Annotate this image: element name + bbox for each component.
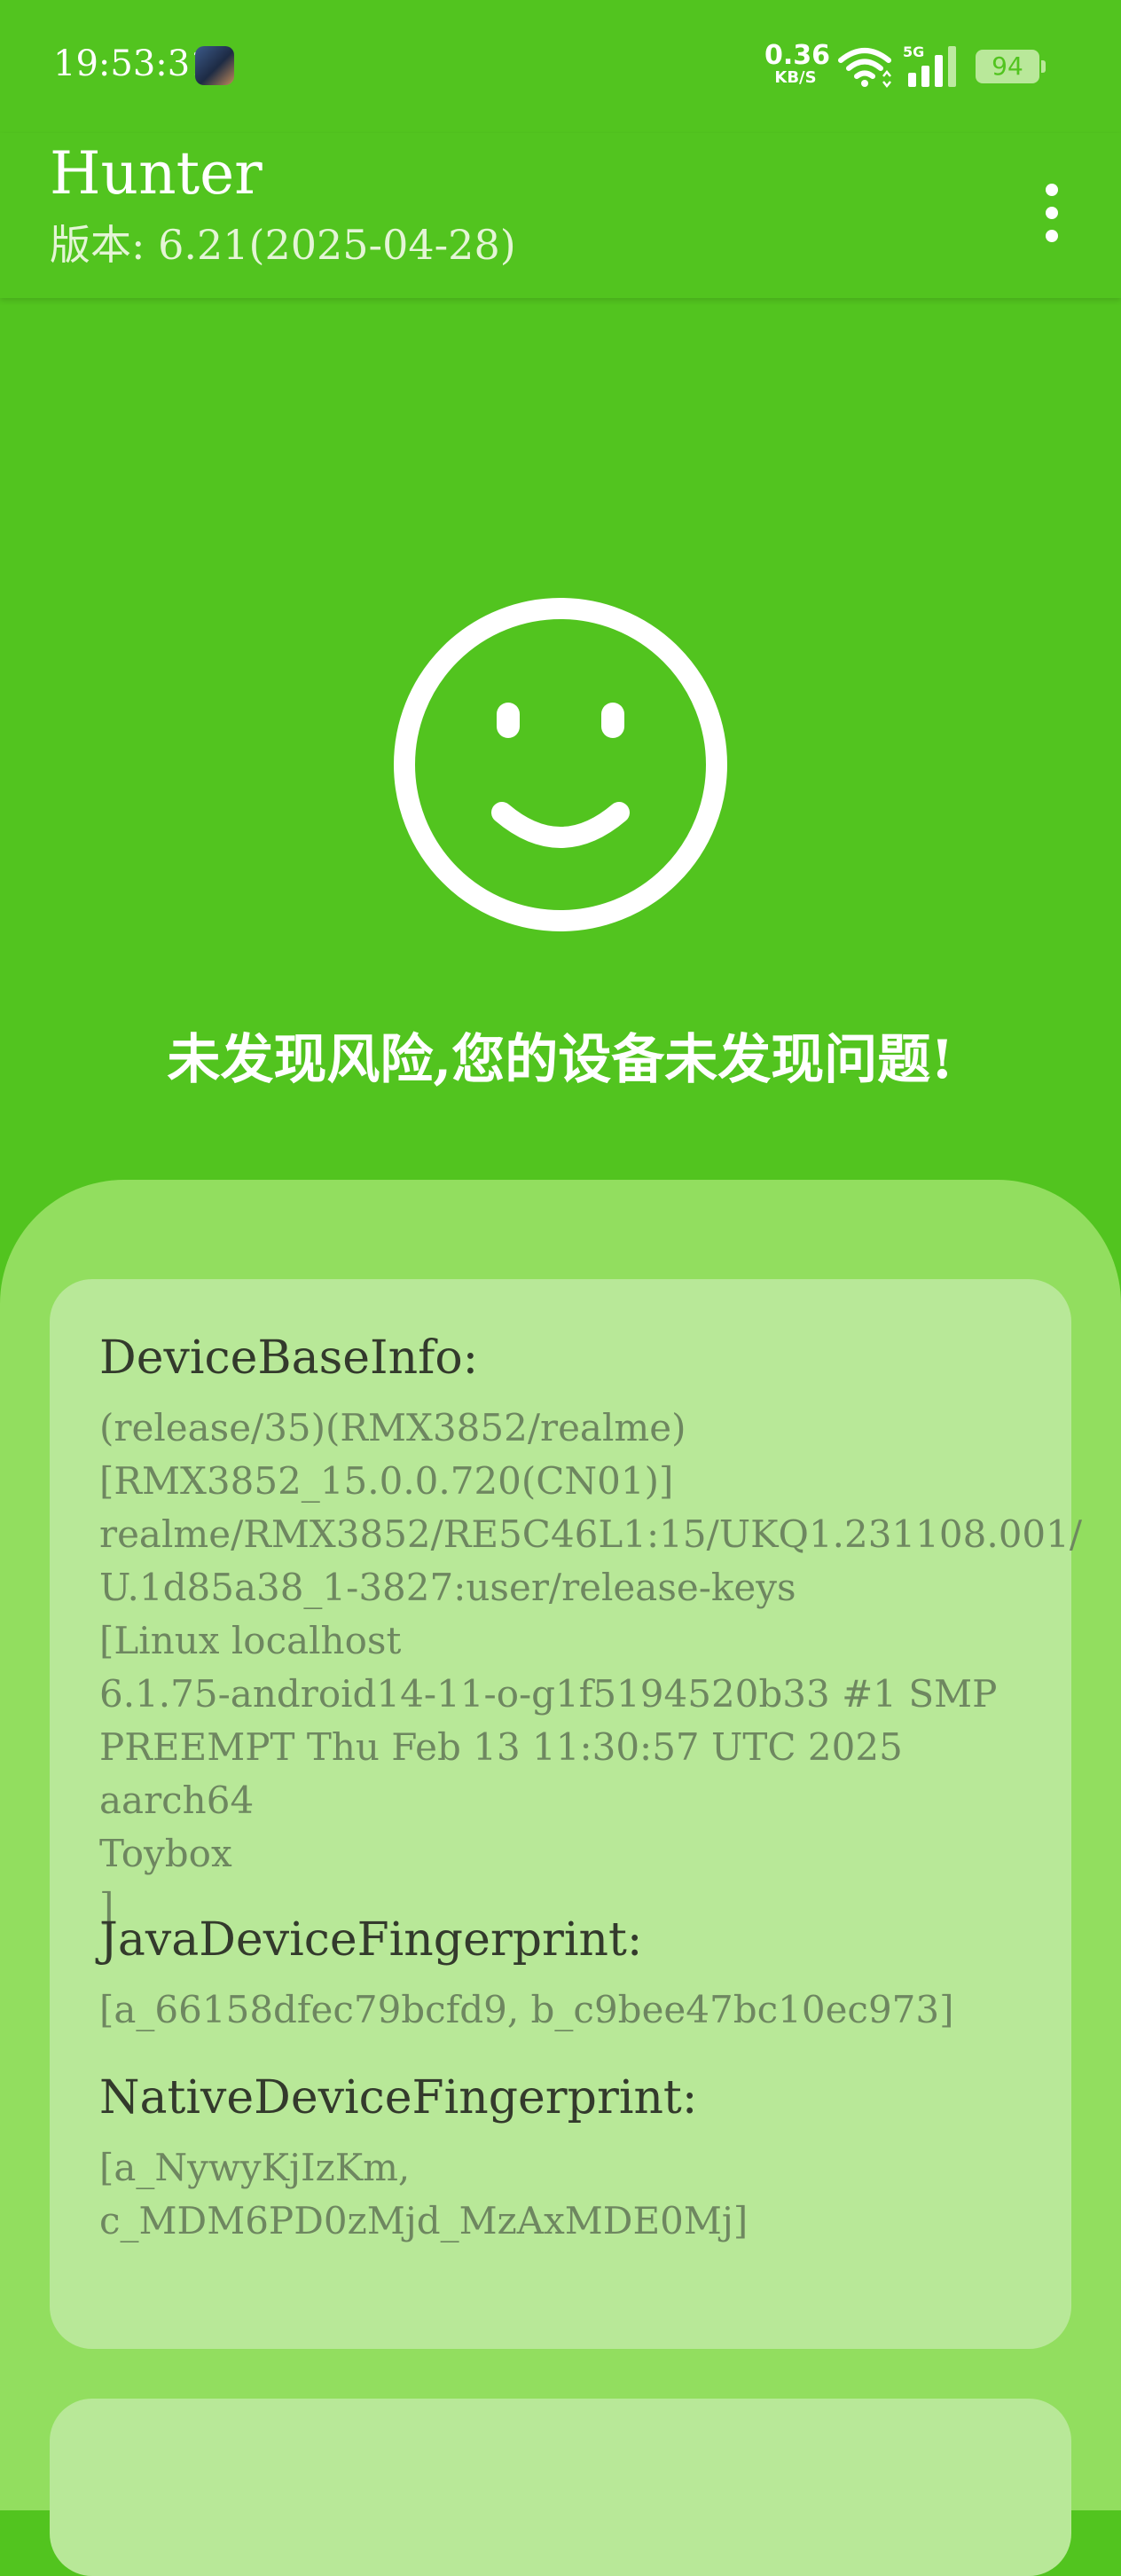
java-fingerprint-title: JavaDeviceFingerprint: [99, 1913, 643, 1967]
app-title: Hunter [50, 139, 263, 208]
wifi-icon [838, 48, 891, 89]
more-options-icon[interactable] [1027, 177, 1077, 248]
network-speed: 0.36 KB/S [764, 40, 831, 87]
network-speed-unit: KB/S [774, 68, 817, 87]
smiley-icon [394, 598, 727, 931]
cellular-signal-icon: 5G [903, 44, 956, 87]
device-base-info-body: (release/35)(RMX3852/realme) [RMX3852_15… [99, 1406, 1083, 1928]
network-speed-value: 0.36 [764, 40, 831, 71]
battery-icon: 94 [976, 50, 1046, 83]
native-fingerprint-title: NativeDeviceFingerprint: [99, 2071, 698, 2124]
battery-level: 94 [992, 51, 1023, 81]
app-bar: Hunter 版本: 6.21(2025-04-28) [0, 133, 1121, 298]
notification-avatar-icon [195, 46, 234, 85]
java-fingerprint-body: [a_66158dfec79bcfd9, b_c9bee47bc10ec973] [99, 1988, 954, 2031]
risk-status-message: 未发现风险,您的设备未发现问题! [167, 1029, 954, 1091]
network-type-label: 5G [903, 44, 924, 60]
native-fingerprint-body: [a_NywyKjIzKm, c_MDM6PD0zMjd_MzAxMDE0Mj] [99, 2146, 749, 2242]
status-time: 19:53:31 [53, 43, 213, 84]
app-version: 版本: 6.21(2025-04-28) [50, 221, 516, 269]
device-base-info-title: DeviceBaseInfo: [99, 1331, 479, 1385]
status-bar: 19:53:31 0.36 KB/S 5G 94 [0, 0, 1121, 133]
next-info-card [50, 2399, 1071, 2576]
